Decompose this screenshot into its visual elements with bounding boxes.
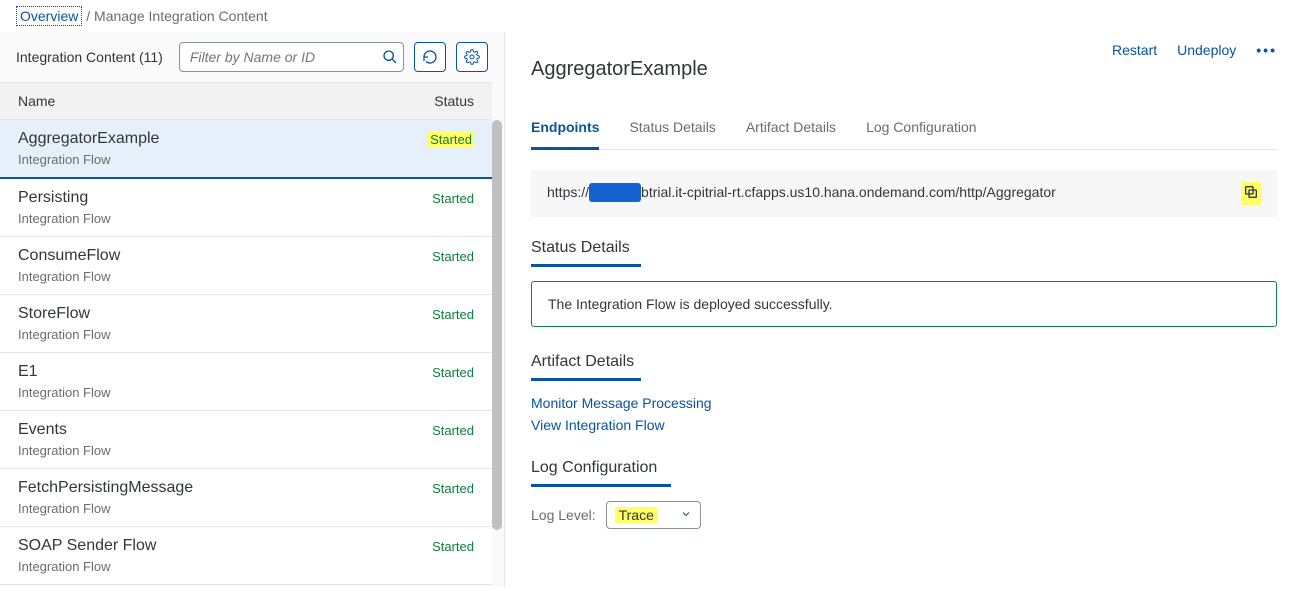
copy-endpoint-button[interactable] — [1241, 182, 1261, 205]
col-status: Status — [434, 93, 474, 109]
search-input[interactable] — [180, 43, 377, 71]
row-type: Integration Flow — [18, 443, 474, 458]
row-type: Integration Flow — [18, 501, 474, 516]
detail-title: AggregatorExample — [531, 42, 708, 81]
section-status-title: Status Details — [531, 239, 1277, 267]
breadcrumb: Overview / Manage Integration Content — [0, 0, 1303, 32]
row-status: Started — [432, 481, 474, 496]
endpoint-box: https://xxxxxxbtrial.it-cpitrial-rt.cfap… — [531, 170, 1277, 217]
row-status: Started — [432, 249, 474, 264]
refresh-button[interactable] — [414, 42, 446, 72]
row-status: Started — [432, 307, 474, 322]
status-message: The Integration Flow is deployed success… — [531, 281, 1277, 327]
table-row[interactable]: FetchPersistingMessage Started Integration… — [0, 469, 492, 527]
endpoint-url: https://xxxxxxbtrial.it-cpitrial-rt.cfap… — [547, 183, 1056, 205]
section-artifact-title: Artifact Details — [531, 353, 1277, 381]
row-type: Integration Flow — [18, 152, 474, 167]
row-status: Started — [432, 539, 474, 554]
log-level-value: Trace — [615, 507, 658, 523]
table-header: Name Status — [0, 82, 492, 120]
chevron-down-icon — [680, 507, 692, 523]
table-row[interactable]: ConsumeFlow Started Integration Flow — [0, 237, 492, 295]
row-type: Integration Flow — [18, 327, 474, 342]
more-actions-icon[interactable]: ••• — [1256, 42, 1277, 58]
scrollbar-thumb[interactable] — [492, 120, 502, 530]
table-row[interactable]: E1 Started Integration Flow — [0, 353, 492, 411]
table-row[interactable]: Persisting Started Integration Flow — [0, 179, 492, 237]
row-name: AggregatorExample — [18, 130, 159, 148]
search-icon[interactable] — [377, 49, 403, 65]
list-title: Integration Content (11) — [16, 49, 163, 65]
table-row[interactable]: Events Started Integration Flow — [0, 411, 492, 469]
table-row[interactable]: AggregatorExample Started Integration Flow — [0, 120, 492, 179]
log-level-select[interactable]: Trace — [606, 501, 701, 529]
redacted-segment: xxxxxx — [589, 183, 641, 203]
row-status: Started — [432, 191, 474, 206]
search-box[interactable] — [179, 42, 404, 72]
tabs: Endpoints Status Details Artifact Detail… — [531, 111, 1277, 150]
row-name: FetchPersistingMessage — [18, 479, 193, 497]
list-toolbar: Integration Content (11) — [0, 32, 504, 82]
row-type: Integration Flow — [18, 559, 474, 574]
link-view-integration-flow[interactable]: View Integration Flow — [531, 417, 1277, 433]
row-name: SOAP Sender Flow — [18, 537, 156, 555]
detail-panel: AggregatorExample Restart Undeploy ••• E… — [505, 32, 1303, 587]
undeploy-button[interactable]: Undeploy — [1177, 42, 1236, 58]
row-status: Started — [432, 423, 474, 438]
tab-log-configuration[interactable]: Log Configuration — [866, 111, 977, 149]
tab-artifact-details[interactable]: Artifact Details — [746, 111, 836, 149]
link-monitor-message[interactable]: Monitor Message Processing — [531, 395, 1277, 411]
breadcrumb-current: Manage Integration Content — [94, 8, 268, 24]
table-row[interactable]: SOAP Sender Flow Started Integration Flow — [0, 527, 492, 585]
log-level-label: Log Level: — [531, 507, 596, 523]
row-status: Started — [428, 132, 474, 147]
table-row[interactable]: StoreFlow Started Integration Flow — [0, 295, 492, 353]
section-log-title: Log Configuration — [531, 459, 1277, 487]
tab-status-details[interactable]: Status Details — [629, 111, 715, 149]
row-name: Events — [18, 421, 67, 439]
row-name: StoreFlow — [18, 305, 90, 323]
row-name: E1 — [18, 363, 38, 381]
settings-button[interactable] — [456, 42, 488, 72]
tab-endpoints[interactable]: Endpoints — [531, 111, 599, 150]
restart-button[interactable]: Restart — [1112, 42, 1157, 58]
breadcrumb-link-overview[interactable]: Overview — [16, 6, 82, 26]
row-name: Persisting — [18, 189, 88, 207]
row-type: Integration Flow — [18, 269, 474, 284]
row-type: Integration Flow — [18, 385, 474, 400]
row-status: Started — [432, 365, 474, 380]
list-container: AggregatorExample Started Integration Flow… — [0, 120, 504, 587]
col-name: Name — [18, 93, 55, 109]
left-panel: Integration Content (11) Name Status Agg… — [0, 32, 505, 587]
row-type: Integration Flow — [18, 211, 474, 226]
row-name: ConsumeFlow — [18, 247, 120, 265]
